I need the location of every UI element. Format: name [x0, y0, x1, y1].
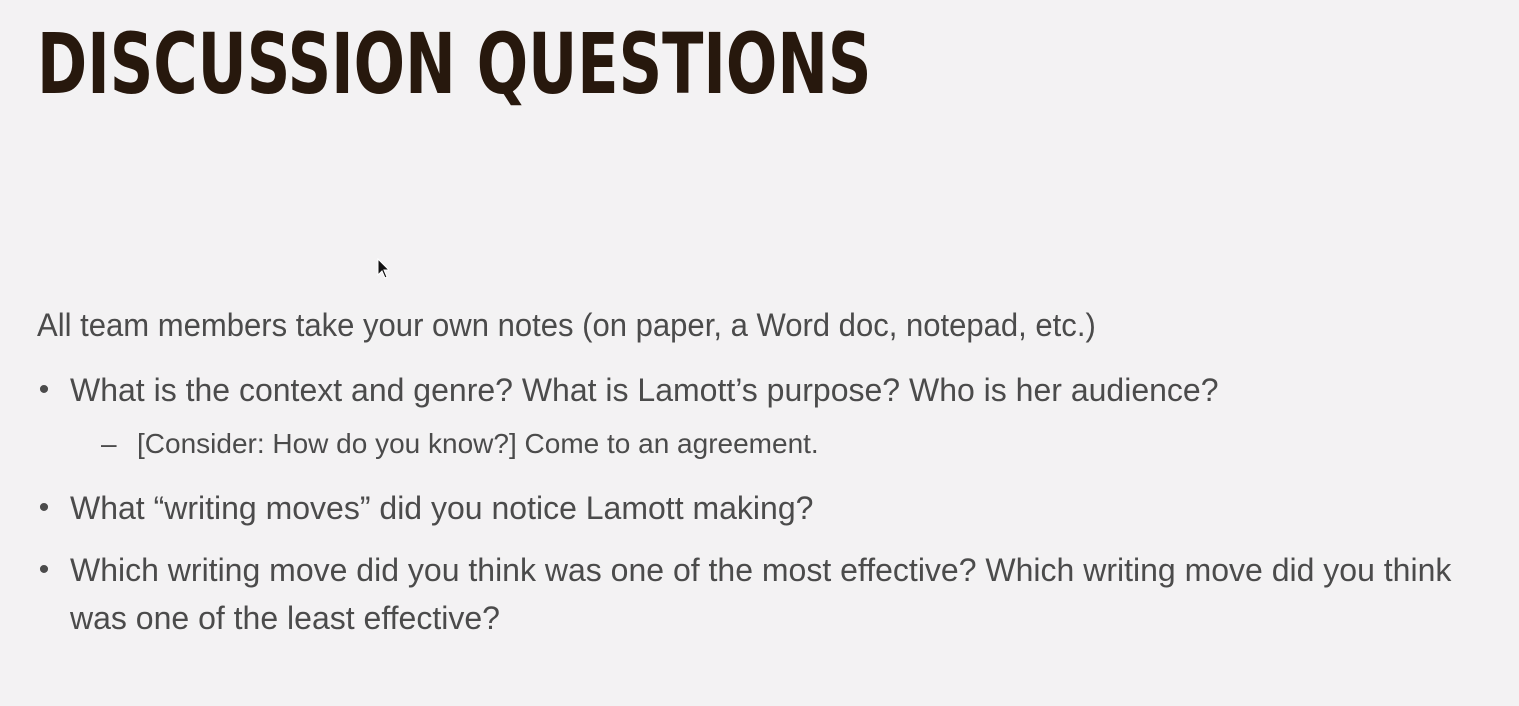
sub-question-text: [Consider: How do you know?] Come to an …: [137, 428, 819, 459]
question-text: What is the context and genre? What is L…: [70, 372, 1219, 408]
list-item: • What “writing moves” did you notice La…: [37, 484, 1497, 546]
bullet-icon: •: [38, 553, 50, 586]
question-text: Which writing move did you think was one…: [70, 552, 1452, 636]
dash-icon: –: [101, 428, 117, 459]
list-item: • What is the context and genre? What is…: [37, 366, 1497, 424]
bullet-icon: •: [38, 491, 50, 524]
slide-title: DISCUSSION QUESTIONS: [37, 15, 872, 113]
instructions-text: All team members take your own notes (on…: [37, 307, 1096, 343]
mouse-pointer-icon: [377, 258, 389, 279]
presentation-slide: DISCUSSION QUESTIONS All team members ta…: [0, 0, 1519, 706]
question-list: • What is the context and genre? What is…: [37, 366, 1497, 642]
question-text: What “writing moves” did you notice Lamo…: [70, 490, 814, 526]
bullet-icon: •: [38, 373, 50, 406]
list-item: • Which writing move did you think was o…: [37, 546, 1497, 642]
sub-list-item: – [Consider: How do you know?] Come to a…: [37, 424, 1497, 484]
